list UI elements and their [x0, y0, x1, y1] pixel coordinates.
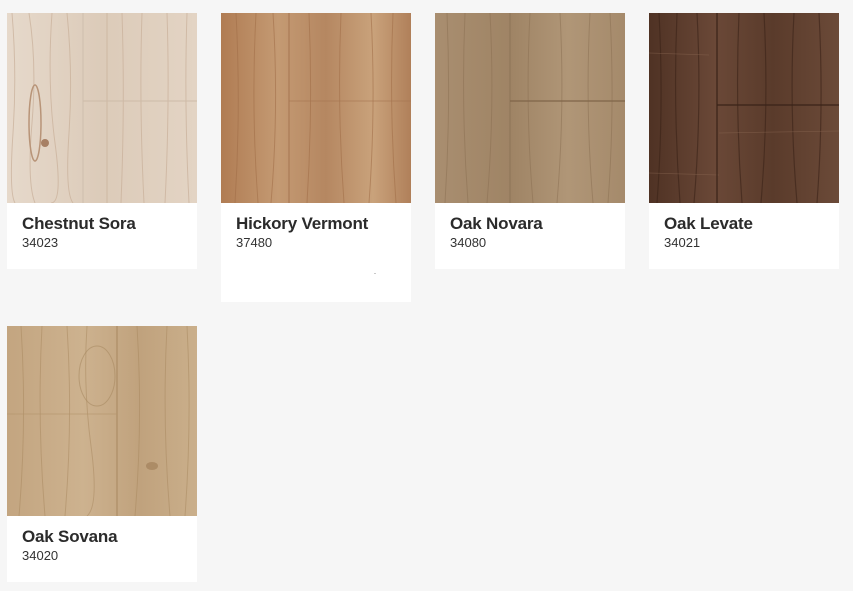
product-code: 37480	[236, 235, 273, 250]
wood-swatch-image[interactable]	[221, 13, 411, 203]
product-name[interactable]: Chestnut Sora	[22, 213, 182, 235]
product-code: 34020	[22, 548, 59, 563]
product-name[interactable]: Oak Novara	[450, 213, 610, 235]
product-name[interactable]: Oak Levate	[664, 213, 824, 235]
product-card-oak-sovana[interactable]: Oak Sovana 34020	[7, 326, 197, 582]
wood-swatch-image[interactable]	[649, 13, 839, 203]
product-name[interactable]: Hickory Vermont	[236, 213, 396, 235]
product-code: 34023	[22, 235, 59, 250]
product-code: 34080	[450, 235, 487, 250]
wood-swatch-image[interactable]	[7, 326, 197, 516]
wood-swatch-image[interactable]	[435, 13, 625, 203]
product-name[interactable]: Oak Sovana	[22, 526, 182, 548]
product-card-hickory-vermont[interactable]: Hickory Vermont 37480	[221, 13, 411, 302]
product-card-oak-novara[interactable]: Oak Novara 34080	[435, 13, 625, 269]
product-card-oak-levate[interactable]: Oak Levate 34021	[649, 13, 839, 269]
wood-swatch-image[interactable]	[7, 13, 197, 203]
product-code: 34021	[664, 235, 701, 250]
product-card-chestnut-sora[interactable]: Chestnut Sora 34023	[7, 13, 197, 269]
artifact-dot	[374, 273, 376, 274]
